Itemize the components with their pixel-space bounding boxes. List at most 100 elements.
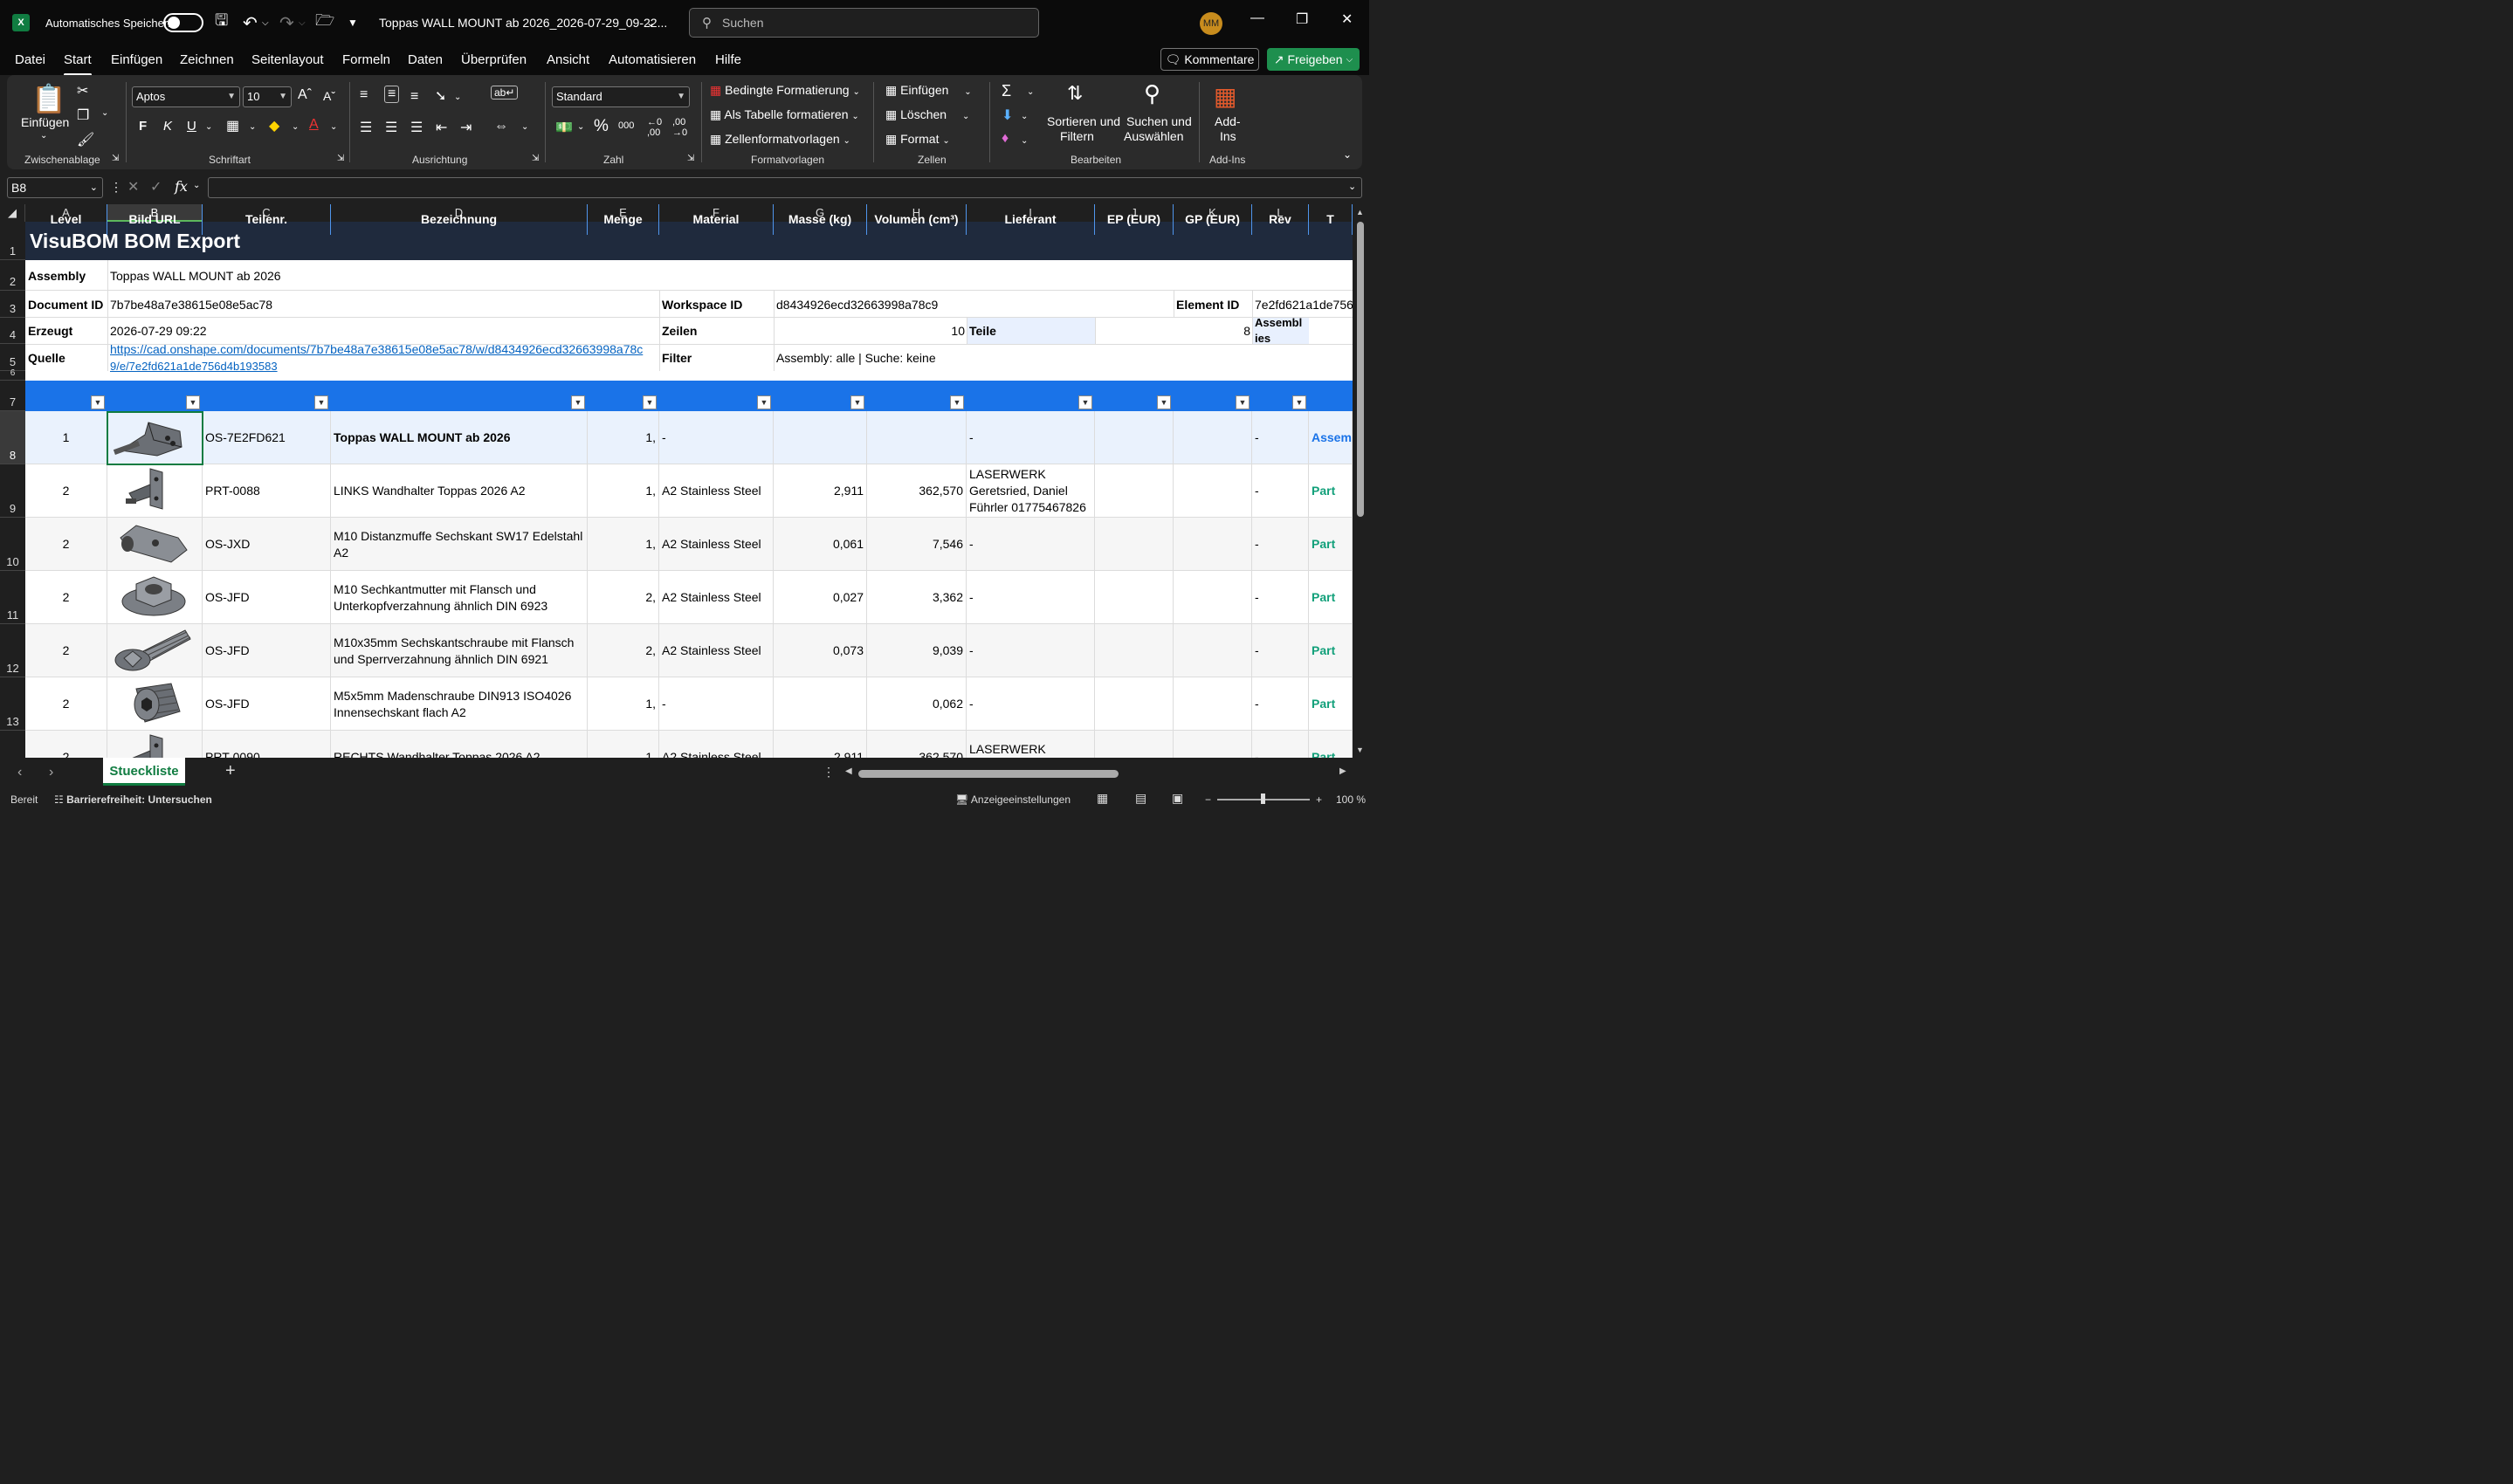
cell-volume[interactable]: 7,546 (867, 518, 967, 571)
table-row[interactable]: 2 OS-JFD M5x5mm Madenschraube DIN913 ISO40… (25, 677, 1353, 731)
cell-level[interactable]: 2 (25, 518, 107, 571)
header-total-price[interactable]: GP (EUR) (1174, 204, 1252, 235)
chevron-down-icon[interactable]: ⌄ (646, 0, 655, 45)
cell-ep[interactable] (1095, 624, 1174, 677)
confirm-icon[interactable]: ✓ (150, 178, 162, 196)
cell-description[interactable]: Toppas WALL MOUNT ab 2026 (331, 411, 588, 464)
wrap-text-icon[interactable]: ab↵ (491, 86, 519, 100)
border-dropdown-icon[interactable]: ⌄ (249, 122, 256, 132)
filter-dropdown-icon[interactable]: ▼ (1292, 395, 1306, 409)
table-row[interactable]: 2 OS-JFD M10 Sechkantmutter mit Flansch un… (25, 571, 1353, 624)
tab-formeln[interactable]: Formeln (342, 52, 390, 67)
decrease-indent-icon[interactable]: ⇤ (436, 119, 447, 136)
tab-ansicht[interactable]: Ansicht (547, 52, 589, 67)
dialog-launcher-icon[interactable]: ⇲ (532, 154, 539, 163)
filter-dropdown-icon[interactable]: ▼ (643, 395, 657, 409)
page-break-view-icon[interactable]: ▣ (1172, 791, 1183, 806)
cell-material[interactable]: - (659, 677, 774, 731)
cell-ep[interactable] (1095, 411, 1174, 464)
fill-dropdown-icon[interactable]: ⌄ (292, 122, 299, 132)
parts-value[interactable]: 8 (1095, 324, 1250, 338)
cell-part-no[interactable]: OS-JFD (203, 677, 331, 731)
save-icon[interactable]: 🖫 (215, 0, 228, 45)
percent-button[interactable]: % (594, 117, 609, 136)
cell-gp[interactable] (1174, 677, 1252, 731)
table-row[interactable]: 2 OS-JFD M10x35mm Sechskantschraube mit Fl… (25, 624, 1353, 677)
header-revision[interactable]: Rev (1252, 204, 1309, 235)
font-size-select[interactable]: 10 ▼ (243, 86, 292, 107)
orientation-icon[interactable]: ➘ (435, 87, 446, 105)
cell-qty[interactable]: 2, (588, 571, 659, 624)
cell-supplier[interactable]: LASERWERK Geretsried, Daniel Führler 01775… (967, 464, 1095, 518)
row-header-5[interactable]: 5 (0, 344, 25, 371)
filter-dropdown-icon[interactable]: ▼ (950, 395, 964, 409)
created-value[interactable]: 2026-07-29 09:22 (110, 324, 207, 338)
autosum-dropdown-icon[interactable]: ⌄ (1027, 87, 1034, 97)
merge-dropdown-icon[interactable]: ⌄ (521, 122, 528, 132)
source-link-continued[interactable]: 9/e/7e2fd621a1de756d4b193583 (110, 360, 278, 373)
cell-mass[interactable]: 0,073 (774, 624, 867, 677)
increase-indent-icon[interactable]: ⇥ (460, 119, 472, 136)
font-color-icon[interactable]: A (309, 117, 319, 133)
cell-supplier[interactable]: - (967, 624, 1095, 677)
source-link[interactable]: https://cad.onshape.com/documents/7b7be4… (110, 342, 657, 356)
row-header-8[interactable]: 8 (0, 411, 25, 464)
cell-mass[interactable]: 2,911 (774, 731, 867, 758)
undo-dropdown-icon[interactable]: ⌵ (262, 0, 269, 45)
scroll-up-icon[interactable]: ▲ (1356, 208, 1364, 216)
filter-dropdown-icon[interactable]: ▼ (1236, 395, 1250, 409)
cell-part-no[interactable]: PRT-0088 (203, 464, 331, 518)
insert-function-icon[interactable]: fx (175, 178, 188, 195)
zoom-in-icon[interactable]: + (1316, 794, 1322, 806)
select-all-corner[interactable]: ◢ (0, 204, 25, 222)
header-image-url[interactable]: Bild URL (107, 204, 203, 235)
tab-automatisieren[interactable]: Automatisieren (609, 52, 696, 67)
currency-icon[interactable]: 💵 (555, 119, 573, 136)
row-header-9[interactable]: 9 (0, 464, 25, 518)
cell-material[interactable]: - (659, 411, 774, 464)
table-row[interactable]: 2 OS-JXD M10 Distanzmuffe Sechskant SW17 E… (25, 518, 1353, 571)
cell-volume[interactable]: 0,062 (867, 677, 967, 731)
filter-dropdown-icon[interactable]: ▼ (1157, 395, 1171, 409)
align-center-icon[interactable]: ☰ (385, 119, 397, 136)
autosave-toggle[interactable] (163, 0, 203, 45)
cell-supplier[interactable]: LASERWERKGeretsried, Daniel (967, 731, 1095, 758)
cell-part-no[interactable]: OS-JFD (203, 571, 331, 624)
cell-type[interactable]: Part (1309, 464, 1353, 518)
delete-cells-button[interactable]: ▦ Löschen ⌄ (885, 107, 969, 122)
row-header-4[interactable]: 4 (0, 318, 25, 344)
row-header-14[interactable]: 14 (0, 731, 25, 758)
addins-icon[interactable]: ▦ (1214, 82, 1236, 111)
cell-rev[interactable]: - (1252, 571, 1309, 624)
cell-rev[interactable]: - (1252, 518, 1309, 571)
header-supplier[interactable]: Lieferant (967, 204, 1095, 235)
cell-volume[interactable] (867, 411, 967, 464)
cell-qty[interactable]: 1, (588, 677, 659, 731)
fill-color-icon[interactable]: ◆ (269, 117, 279, 134)
formula-input[interactable] (208, 177, 1362, 198)
cell-qty[interactable]: 1, (588, 411, 659, 464)
scroll-left-icon[interactable]: ◀ (845, 766, 852, 776)
clear-dropdown-icon[interactable]: ⌄ (1021, 136, 1028, 146)
name-box[interactable]: B8 ⌄ (7, 177, 103, 198)
cell-supplier[interactable]: - (967, 518, 1095, 571)
element-id-label[interactable]: Element ID (1176, 298, 1239, 312)
header-level[interactable]: Level (25, 204, 107, 235)
table-row[interactable]: 1 OS-7E2FD621 Toppas WALL MOUNT ab 2026 1, -… (25, 411, 1353, 464)
grow-font-icon[interactable]: Aˆ (298, 87, 312, 103)
filter-label[interactable]: Filter (662, 351, 692, 365)
cell-styles-button[interactable]: ▦ Zellenformatvorlagen ⌄ (710, 132, 850, 147)
cell-level[interactable]: 2 (25, 677, 107, 731)
share-button[interactable]: ↗ Freigeben ⌵ (1267, 48, 1360, 71)
filter-dropdown-icon[interactable]: ▼ (91, 395, 105, 409)
document-id-value[interactable]: 7b7be48a7e38615e08e5ac78 (110, 298, 272, 312)
fill-dropdown-icon[interactable]: ⌄ (1021, 112, 1028, 121)
workspace-id-label[interactable]: Workspace ID (662, 298, 742, 312)
cell-ep[interactable] (1095, 518, 1174, 571)
align-top-icon[interactable]: ≡ (360, 87, 368, 103)
addins-label-2[interactable]: Ins (1220, 129, 1236, 143)
cell-rev[interactable]: - (1252, 411, 1309, 464)
dialog-launcher-icon[interactable]: ⇲ (687, 154, 694, 163)
tab-hilfe[interactable]: Hilfe (715, 52, 741, 67)
cell-ep[interactable] (1095, 464, 1174, 518)
